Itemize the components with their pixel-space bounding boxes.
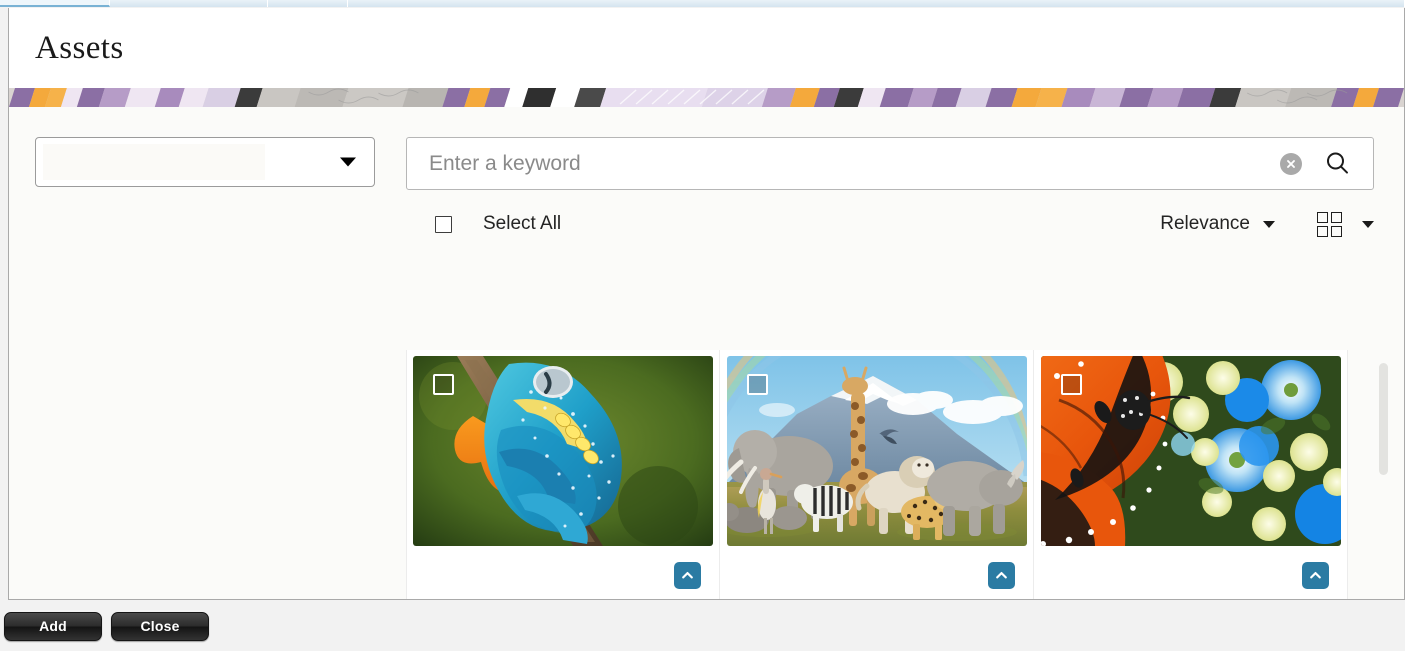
asset-name: mammals.PNG bbox=[740, 598, 874, 599]
search-input[interactable] bbox=[407, 151, 1280, 176]
dialog-header: Assets bbox=[9, 8, 1404, 88]
browser-tab-2[interactable] bbox=[110, 0, 268, 7]
asset-checkbox-butterfly[interactable] bbox=[1060, 374, 1082, 395]
frog-image bbox=[413, 356, 713, 546]
page-title: Assets bbox=[35, 29, 124, 66]
sort-dropdown-label[interactable]: Relevance bbox=[1160, 213, 1250, 235]
asset-thumbnail-butterfly[interactable] bbox=[1040, 356, 1341, 546]
results-toolbar: Select All Relevance bbox=[406, 202, 1374, 246]
select-all-checkbox[interactable] bbox=[435, 215, 452, 233]
asset-filter-dropdown[interactable] bbox=[35, 137, 375, 187]
asset-checkbox-frog[interactable] bbox=[433, 374, 454, 395]
search-icon[interactable] bbox=[1324, 150, 1351, 177]
close-button[interactable]: Close bbox=[111, 611, 209, 641]
grid-cell-2 bbox=[1331, 211, 1342, 223]
grid-view-icon[interactable] bbox=[1317, 211, 1342, 237]
chevron-up-icon bbox=[996, 572, 1007, 579]
sort-chevron-down-icon[interactable] bbox=[1263, 220, 1275, 228]
asset-card-frog[interactable]: frog.PNG v1 Yesterday at 6:05 PM bbox=[406, 350, 720, 599]
browser-tab-strip bbox=[0, 0, 1405, 7]
results-scrollbar-thumb[interactable] bbox=[1379, 363, 1388, 475]
clear-circle-icon[interactable] bbox=[1280, 152, 1302, 175]
asset-card-mammals[interactable]: mammals.PNG v1 Yesterday at 5:58 PM bbox=[720, 350, 1034, 599]
browser-tab-4[interactable] bbox=[348, 0, 1405, 7]
decorative-banner bbox=[9, 88, 1404, 107]
banner-pattern-icon bbox=[9, 88, 1404, 107]
grid-cell-3 bbox=[1317, 225, 1328, 237]
select-all-label: Select All bbox=[483, 213, 562, 234]
asset-thumbnail-mammals[interactable] bbox=[726, 356, 1027, 546]
asset-expand-badge-butterfly[interactable] bbox=[1302, 562, 1329, 589]
app-root: Assets Enter a keyword Select All Releva… bbox=[0, 0, 1405, 651]
asset-results-grid: frog.PNG v1 Yesterday at 6:05 PM bbox=[406, 350, 1374, 599]
chevron-up-icon bbox=[1310, 572, 1321, 579]
dialog-body: Select All Relevance bbox=[9, 107, 1404, 599]
asset-checkbox-mammals[interactable] bbox=[746, 374, 768, 395]
asset-expand-badge-mammals[interactable] bbox=[988, 562, 1015, 589]
mammals-image bbox=[726, 356, 1027, 546]
grid-cell-1 bbox=[1317, 211, 1328, 223]
toolbar-right-group: Relevance bbox=[1160, 211, 1374, 237]
results-scrollbar[interactable] bbox=[1379, 350, 1388, 599]
browser-tab-1[interactable] bbox=[0, 0, 110, 7]
chevron-down-icon[interactable] bbox=[340, 157, 356, 167]
asset-filter-value bbox=[43, 144, 265, 180]
add-button[interactable]: Add bbox=[4, 611, 102, 641]
browser-tab-3[interactable] bbox=[268, 0, 348, 7]
chevron-up-icon bbox=[682, 572, 693, 579]
view-chevron-down-icon[interactable] bbox=[1362, 220, 1374, 228]
asset-card-butterfly[interactable]: butterfly.PNG v1 Yesterday at 5:52 PM bbox=[1034, 350, 1348, 599]
butterfly-image bbox=[1040, 356, 1341, 546]
dialog-action-bar: Add Close bbox=[0, 601, 1405, 651]
asset-thumbnail-frog[interactable] bbox=[413, 356, 713, 546]
grid-cell-4 bbox=[1331, 225, 1342, 237]
search-bar bbox=[406, 137, 1374, 190]
assets-dialog: Assets Enter a keyword Select All Releva… bbox=[8, 8, 1405, 600]
asset-name: butterfly.PNG bbox=[1054, 598, 1175, 599]
asset-expand-badge-frog[interactable] bbox=[674, 562, 701, 589]
asset-name: frog.PNG bbox=[427, 598, 510, 599]
